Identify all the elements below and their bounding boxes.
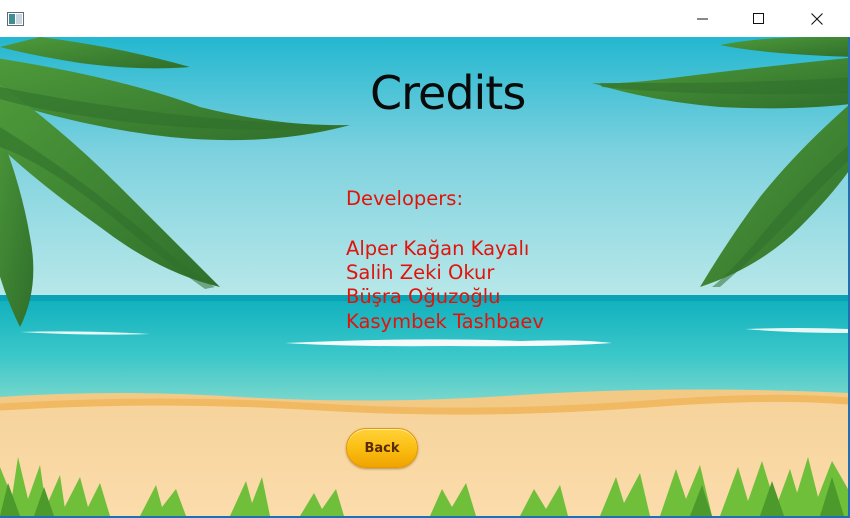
developer-name: Kasymbek Tashbaev	[346, 310, 544, 333]
game-window: Credits Developers: Alper Kağan Kayalı S…	[0, 0, 850, 518]
developers-heading: Developers:	[346, 187, 464, 210]
maximize-icon	[753, 12, 764, 24]
back-button[interactable]: Back	[346, 428, 418, 468]
developer-name: Büşra Oğuzoğlu	[346, 285, 501, 308]
minimize-icon	[697, 18, 708, 19]
developer-name: Alper Kağan Kayalı	[346, 237, 530, 260]
minimize-button[interactable]	[674, 0, 732, 37]
maximize-button[interactable]	[730, 0, 788, 37]
developer-name: Salih Zeki Okur	[346, 261, 495, 284]
title-bar[interactable]	[0, 0, 850, 37]
credits-title: Credits	[370, 66, 526, 120]
close-icon	[811, 12, 823, 25]
app-window-icon	[7, 11, 24, 30]
close-button[interactable]	[788, 0, 846, 37]
